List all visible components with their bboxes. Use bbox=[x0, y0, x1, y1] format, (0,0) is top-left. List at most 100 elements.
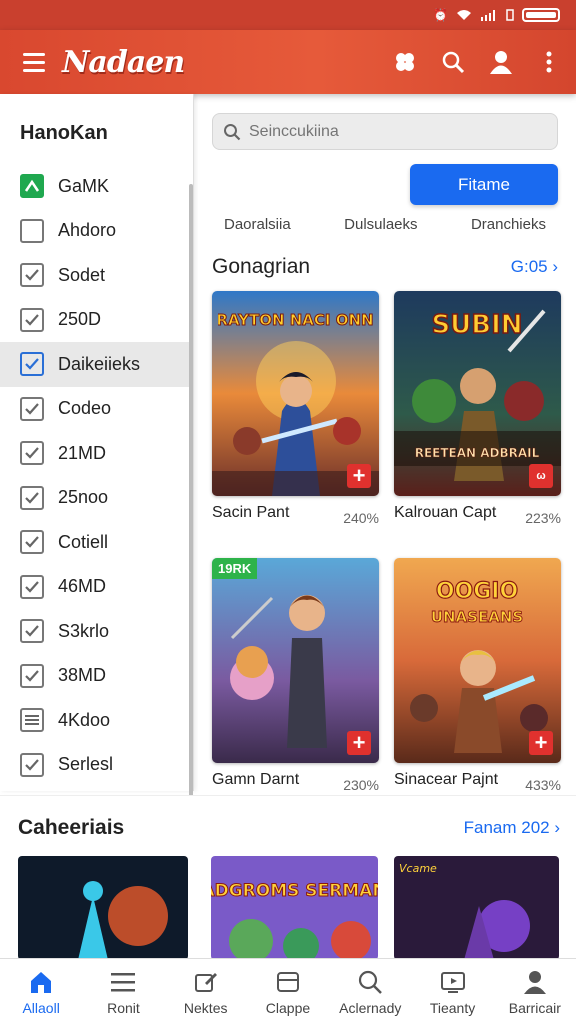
checkbox-checked[interactable] bbox=[20, 574, 44, 599]
media-icon bbox=[439, 968, 467, 996]
hamburger-menu-icon[interactable] bbox=[12, 40, 56, 84]
nav-label: Allaoll bbox=[22, 999, 60, 1016]
nav-label: Ronit bbox=[107, 999, 140, 1016]
nav-item-archive[interactable]: Clappe bbox=[247, 959, 329, 1024]
sidebar-item[interactable]: 46MD bbox=[0, 565, 193, 610]
game-card[interactable]: RAYTON NACI ONN + Sacin Pant 240% bbox=[212, 291, 379, 526]
game-card[interactable]: 19RK + Gamn Darnt 230% bbox=[212, 558, 379, 793]
filter-tab[interactable]: Daoralsiia bbox=[212, 214, 303, 238]
sidebar-item[interactable]: S3krlo bbox=[0, 609, 193, 654]
add-to-list-button[interactable]: + bbox=[347, 464, 371, 488]
search-icon[interactable] bbox=[436, 45, 470, 79]
game-art-title: RAYTON NACI ONN bbox=[218, 311, 373, 329]
see-all-link[interactable]: Fanam 202 › bbox=[464, 818, 560, 838]
checkbox-checked[interactable] bbox=[20, 307, 44, 332]
game-card[interactable]: OOGIO UNASEANS + Sinacear Pajnt 433% bbox=[394, 558, 561, 793]
search-input[interactable] bbox=[249, 122, 539, 141]
nav-item-media[interactable]: Tieanty bbox=[411, 959, 493, 1024]
featured-card[interactable]: ADGROMS SERMAN bbox=[211, 856, 378, 960]
game-artwork: RAYTON NACI ONN + bbox=[212, 291, 379, 496]
sidebar-item[interactable]: GaMK bbox=[0, 164, 193, 209]
sidebar-item[interactable]: 250D bbox=[0, 298, 193, 343]
featured-art-title: ADGROMS SERMAN bbox=[211, 881, 378, 901]
checkbox-checked[interactable] bbox=[20, 530, 44, 555]
nav-label: Tieanty bbox=[429, 999, 476, 1016]
game-category-icon[interactable] bbox=[20, 174, 44, 199]
game-art-subtitle: REETEAN ADBRAIL bbox=[415, 446, 540, 460]
sidebar-item-label: 21MD bbox=[58, 442, 107, 463]
nav-item-menu[interactable]: Ronit bbox=[82, 959, 164, 1024]
game-name: Gamn Darnt bbox=[212, 771, 300, 788]
add-to-list-button[interactable]: ω bbox=[529, 464, 553, 488]
checkbox-checked[interactable] bbox=[20, 663, 44, 688]
sidebar-item-label: GaMK bbox=[58, 175, 110, 196]
add-to-list-button[interactable]: + bbox=[347, 731, 371, 755]
game-card[interactable]: SUBIN REETEAN ADBRAIL ω Kalrouan Capt 22… bbox=[394, 291, 561, 526]
sidebar-item-label: Cotiell bbox=[58, 531, 109, 552]
game-art-subtitle: UNASEANS bbox=[431, 608, 523, 626]
sidebar-item[interactable]: 4Kdoo bbox=[0, 698, 193, 743]
section-title: Caheeriais bbox=[18, 816, 125, 839]
sidebar-list: GaMK Ahdoro Sodet 250D Daikeiieks Codeo 21MD 25… bbox=[0, 164, 193, 787]
sidebar-item-label: 4Kdoo bbox=[58, 709, 111, 730]
checkbox-checked[interactable] bbox=[20, 441, 44, 466]
nav-label: Nektes bbox=[183, 999, 228, 1016]
sidebar-item[interactable]: 25noo bbox=[0, 476, 193, 521]
sidebar-item[interactable]: Sodet bbox=[0, 253, 193, 298]
game-artwork: 19RK + bbox=[212, 558, 379, 763]
bottom-section: Caheeriais Fanam 202 › ADGROMS SERMAN Vc… bbox=[0, 795, 576, 960]
filter-tabs: Daoralsiia Dulsulaeks Dranchieks bbox=[212, 214, 558, 238]
puzzle-icon[interactable] bbox=[388, 45, 422, 79]
more-vert-icon[interactable] bbox=[532, 45, 566, 79]
sidebar-item[interactable]: Codeo bbox=[0, 387, 193, 432]
sidebar-item-label: 250D bbox=[58, 309, 102, 330]
sidebar-item[interactable]: 21MD bbox=[0, 431, 193, 476]
menu-icon bbox=[109, 968, 137, 996]
sidebar-item[interactable]: Serlesl bbox=[0, 743, 193, 788]
profile-icon[interactable] bbox=[484, 45, 518, 79]
list-icon[interactable] bbox=[20, 708, 44, 733]
nav-item-profile[interactable]: Barricair bbox=[494, 959, 576, 1024]
games-section-header: Gonagrian G:05 › bbox=[212, 255, 558, 279]
featured-card[interactable]: Vcame bbox=[394, 856, 559, 960]
filter-tab[interactable]: Dranchieks bbox=[459, 214, 558, 238]
battery-small-icon bbox=[506, 9, 514, 21]
checkbox-checked[interactable] bbox=[20, 396, 44, 421]
nav-item-home[interactable]: Allaoll bbox=[0, 959, 82, 1024]
game-name: Kalrouan Capt bbox=[394, 504, 497, 521]
checkbox-checked[interactable] bbox=[20, 752, 44, 777]
sidebar-item[interactable]: Cotiell bbox=[0, 520, 193, 565]
checkbox-checked[interactable] bbox=[20, 485, 44, 510]
primary-button[interactable]: Fitame bbox=[410, 164, 558, 205]
game-percent: 223% bbox=[525, 510, 561, 526]
search-icon bbox=[224, 123, 241, 140]
filter-tab[interactable]: Dulsulaeks bbox=[332, 214, 429, 238]
sidebar-item[interactable]: Ahdoro bbox=[0, 209, 193, 254]
see-all-link[interactable]: G:05 › bbox=[511, 257, 558, 277]
nav-item-notes[interactable]: Nektes bbox=[165, 959, 247, 1024]
search-bar[interactable] bbox=[212, 113, 558, 150]
game-artwork: SUBIN REETEAN ADBRAIL ω bbox=[394, 291, 561, 496]
checkbox-unchecked[interactable] bbox=[20, 218, 44, 243]
person-icon bbox=[521, 968, 549, 996]
status-bar: ⏰ bbox=[0, 0, 576, 30]
sidebar-item-label: S3krlo bbox=[58, 620, 110, 641]
sidebar-item-label: 38MD bbox=[58, 665, 107, 686]
featured-card[interactable] bbox=[18, 856, 188, 960]
nav-label: Clappe bbox=[265, 999, 311, 1016]
sidebar-item[interactable]: Daikeiieks bbox=[0, 342, 193, 387]
game-name: Sacin Pant bbox=[212, 504, 290, 521]
checkbox-checked[interactable] bbox=[20, 619, 44, 644]
checkbox-checked[interactable] bbox=[20, 263, 44, 288]
nav-item-search[interactable]: Aclernady bbox=[329, 959, 411, 1024]
checkbox-checked[interactable] bbox=[20, 352, 44, 377]
alarm-icon: ⏰ bbox=[433, 8, 448, 22]
bottom-nav: Allaoll Ronit Nektes Clappe Aclernady Ti… bbox=[0, 958, 576, 1024]
add-to-list-button[interactable]: + bbox=[529, 731, 553, 755]
sidebar-item[interactable]: 38MD bbox=[0, 654, 193, 699]
nav-label: Aclernady bbox=[339, 999, 402, 1016]
featured-art-title: Vcame bbox=[399, 862, 437, 875]
app-bar: Nadaen bbox=[0, 30, 576, 94]
home-icon bbox=[27, 968, 55, 996]
sidebar-scrollbar[interactable] bbox=[189, 184, 193, 854]
